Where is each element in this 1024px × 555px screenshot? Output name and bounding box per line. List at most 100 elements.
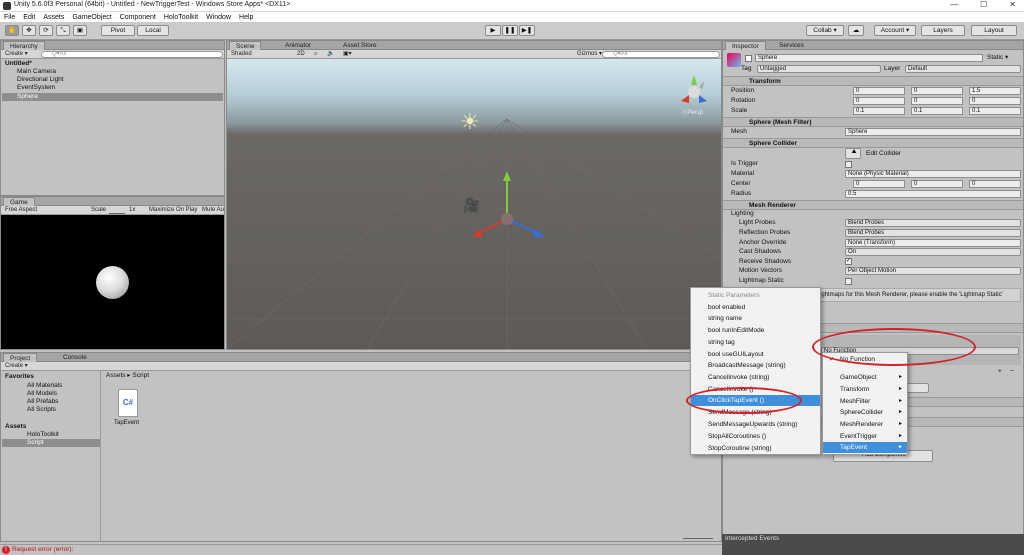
move-tool-icon[interactable]: ✥ <box>22 25 36 36</box>
icon-size-slider[interactable] <box>683 538 713 539</box>
hierarchy-item[interactable]: EventSystem <box>17 84 55 92</box>
rotation-z[interactable]: 0 <box>969 97 1021 105</box>
lighting-toggle-icon[interactable]: ☼ <box>313 51 319 58</box>
anchor-override-field[interactable]: None (Transform) <box>845 239 1021 247</box>
hierarchy-create-button[interactable]: Create ▾ <box>5 51 28 58</box>
center-y[interactable]: 0 <box>911 180 963 188</box>
center-x[interactable]: 0 <box>853 180 905 188</box>
csharp-script-icon[interactable]: C# <box>118 389 138 417</box>
account-dropdown[interactable]: Account ▾ <box>874 25 916 36</box>
method-item[interactable]: bool useGUILayout <box>691 349 820 360</box>
rotate-tool-icon[interactable]: ⟳ <box>39 25 53 36</box>
mute-audio-toggle[interactable]: Mute Au <box>202 207 224 214</box>
tab-console[interactable]: Console <box>57 353 93 362</box>
is-trigger-checkbox[interactable] <box>845 161 852 168</box>
move-gizmo-icon[interactable] <box>467 171 557 251</box>
rotation-y[interactable]: 0 <box>911 97 963 105</box>
center-z[interactable]: 0 <box>969 180 1021 188</box>
project-create-button[interactable]: Create ▾ <box>5 363 28 370</box>
audio-toggle-icon[interactable]: 🔈 <box>327 51 334 58</box>
orientation-gizmo-icon[interactable] <box>677 73 711 111</box>
menu-assets[interactable]: Assets <box>43 14 64 21</box>
receive-shadows-checkbox[interactable]: ✓ <box>845 258 852 265</box>
method-item[interactable]: BroadcastMessage (string) <box>691 360 820 371</box>
breadcrumb[interactable]: Assets ▸ Script <box>106 372 149 380</box>
favorite-item[interactable]: All Scripts <box>27 406 56 414</box>
menu-holotoolkit[interactable]: HoloToolkit <box>164 14 198 21</box>
motion-vectors-dropdown[interactable]: Per Object Motion <box>845 267 1021 275</box>
maximize-button[interactable]: ☐ <box>980 0 987 9</box>
scale-y[interactable]: 0.1 <box>911 107 963 115</box>
cloud-icon[interactable]: ☁ <box>848 25 864 36</box>
maximize-on-play-toggle[interactable]: Maximize On Play <box>149 207 197 214</box>
cast-shadows-dropdown[interactable]: On <box>845 248 1021 256</box>
material-field[interactable]: None (Physic Material) <box>845 170 1021 178</box>
radius-field[interactable]: 0.5 <box>845 190 1021 198</box>
tag-dropdown[interactable]: Untagged <box>757 65 881 73</box>
component-item[interactable]: EventTrigger ▸ <box>823 431 907 442</box>
rotation-x[interactable]: 0 <box>853 97 905 105</box>
collab-button[interactable]: Collab ▾ <box>806 25 844 36</box>
edit-collider-icon[interactable]: ⛰ <box>845 148 861 159</box>
component-item[interactable]: SphereCollider ▸ <box>823 407 907 418</box>
menu-edit[interactable]: Edit <box>23 14 35 21</box>
component-item[interactable]: MeshRenderer ▸ <box>823 419 907 430</box>
remove-event-button[interactable]: − <box>1010 367 1014 376</box>
component-item[interactable]: Transform ▸ <box>823 384 907 395</box>
favorite-item[interactable]: All Models <box>27 390 57 398</box>
meshfilter-header[interactable]: Sphere (Mesh Filter) <box>723 117 1023 127</box>
light-probes-dropdown[interactable]: Blend Probes <box>845 219 1021 227</box>
step-button[interactable]: ▶❚ <box>519 25 535 36</box>
layout-dropdown[interactable]: Layout <box>971 25 1017 36</box>
menu-gameobject[interactable]: GameObject <box>72 14 111 21</box>
tab-inspector[interactable]: Inspector <box>725 41 766 50</box>
menu-help[interactable]: Help <box>239 14 253 21</box>
pause-button[interactable]: ❚❚ <box>502 25 518 36</box>
favorite-item[interactable]: All Prefabs <box>27 398 58 406</box>
position-x[interactable]: 0 <box>853 87 905 95</box>
transform-header[interactable]: Transform <box>723 76 1023 86</box>
method-item[interactable]: bool runInEditMode <box>691 325 820 336</box>
tab-project[interactable]: Project <box>3 353 38 362</box>
2d-toggle[interactable]: 2D <box>297 51 305 58</box>
local-toggle[interactable]: Local <box>137 25 169 36</box>
hierarchy-item[interactable]: Directional Light <box>17 76 64 84</box>
close-button[interactable]: ✕ <box>1009 0 1016 9</box>
assets-root[interactable]: Assets <box>5 423 26 431</box>
method-item[interactable]: SendMessageUpwards (string) <box>691 419 820 430</box>
scale-z[interactable]: 0.1 <box>969 107 1021 115</box>
tab-asset-store[interactable]: Asset Store <box>337 41 383 50</box>
method-item[interactable]: StopAllCoroutines () <box>691 431 820 442</box>
favorite-item[interactable]: All Materials <box>27 382 62 390</box>
scale-x[interactable]: 0.1 <box>853 107 905 115</box>
shading-dropdown[interactable]: Shaded <box>231 51 252 58</box>
pivot-toggle[interactable]: Pivot <box>101 25 135 36</box>
file-label[interactable]: TapEvent <box>114 419 139 427</box>
method-item[interactable]: StopCoroutine (string) <box>691 443 820 454</box>
favorites-header[interactable]: Favorites <box>5 373 34 381</box>
status-error-text[interactable]: Request error (error): <box>12 546 73 553</box>
directional-light-icon[interactable]: ☀ <box>460 109 480 135</box>
scene-root[interactable]: Untitled* <box>5 60 32 68</box>
component-item[interactable]: GameObject ▸ <box>823 372 907 383</box>
folder-item[interactable]: HoloToolkit <box>27 431 59 439</box>
collider-header[interactable]: Sphere Collider <box>723 138 1023 148</box>
component-item[interactable]: MeshFilter ▸ <box>823 396 907 407</box>
component-item-highlighted[interactable]: TapEvent ▸ <box>823 442 907 453</box>
method-item[interactable]: bool enabled <box>691 302 820 313</box>
hand-tool-icon[interactable]: ✋ <box>5 25 19 36</box>
hierarchy-item[interactable]: Main Camera <box>17 68 56 76</box>
method-item[interactable]: CancelInvoke (string) <box>691 372 820 383</box>
layers-dropdown[interactable]: Layers <box>921 25 965 36</box>
tab-scene[interactable]: Scene <box>229 41 262 50</box>
gizmos-dropdown[interactable]: Gizmos ▾ <box>577 51 602 58</box>
play-button[interactable]: ▶ <box>485 25 501 36</box>
tab-animator[interactable]: Animator <box>279 41 317 50</box>
menu-window[interactable]: Window <box>206 14 231 21</box>
scene-viewport[interactable]: ☀ 🎥 ◁ Persp <box>227 59 721 349</box>
menu-component[interactable]: Component <box>120 14 156 21</box>
position-y[interactable]: 0 <box>911 87 963 95</box>
aspect-dropdown[interactable]: Free Aspect <box>5 207 37 214</box>
add-event-button[interactable]: + <box>998 367 1002 376</box>
static-toggle[interactable]: Static ▾ <box>987 53 1008 62</box>
